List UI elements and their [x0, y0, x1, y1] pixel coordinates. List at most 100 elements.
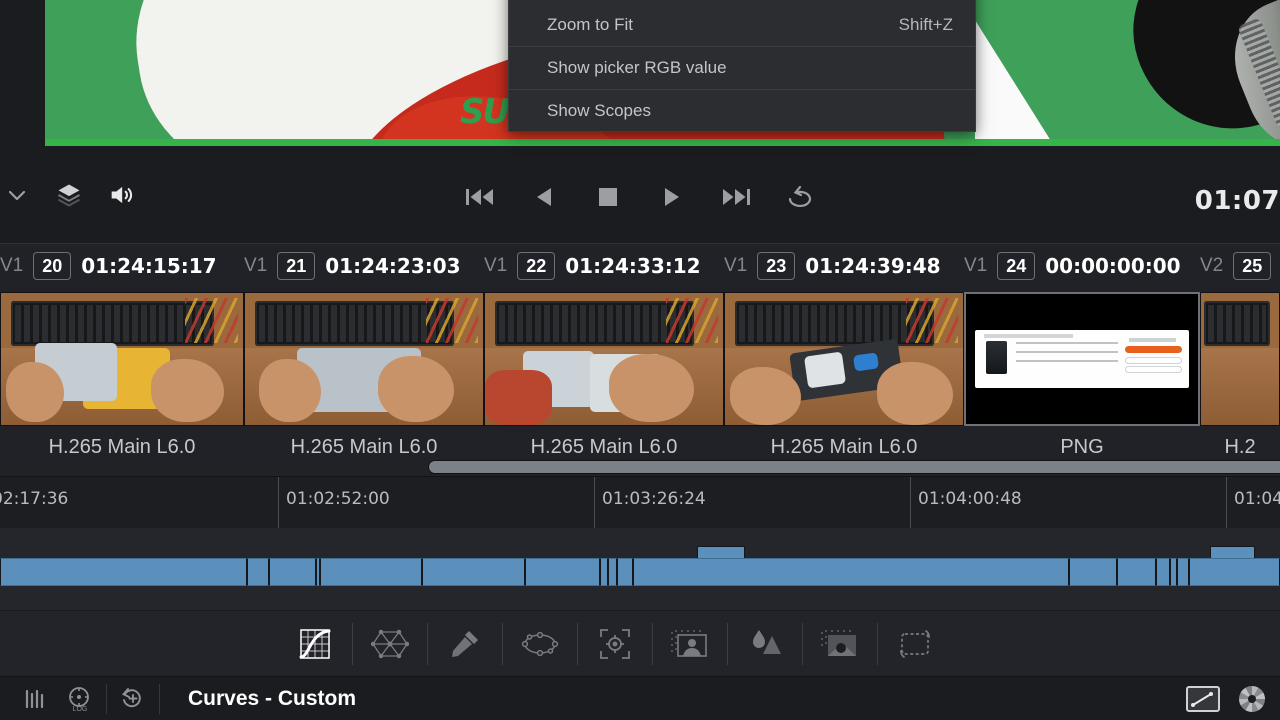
- thumbnail-scene: [1, 293, 243, 425]
- scene-wires: [905, 298, 959, 344]
- timeline-clip-segment[interactable]: [1069, 558, 1117, 586]
- skip-to-start-button[interactable]: [465, 182, 495, 212]
- clip-number-badge[interactable]: 23: [757, 252, 796, 280]
- scene-keyboard: [494, 300, 695, 346]
- clip-thumbnail-22[interactable]: [484, 292, 724, 426]
- timeline-clip-segment[interactable]: [1117, 558, 1156, 586]
- clip-track-label: V1: [484, 255, 508, 276]
- clip-thumbnail-23[interactable]: [724, 292, 964, 426]
- play-reverse-button[interactable]: [529, 182, 559, 212]
- bars-icon[interactable]: [14, 677, 58, 720]
- menu-item-shortcut: Alt+Shift+Z: [869, 0, 953, 3]
- clip-thumbnail-21[interactable]: [244, 292, 484, 426]
- mini-timeline-track[interactable]: [0, 558, 1280, 586]
- clip-number-badge[interactable]: 25: [1233, 252, 1272, 280]
- menu-item-show-scopes[interactable]: Show Scopes: [509, 95, 975, 127]
- timeline-clip-segment[interactable]: [1170, 558, 1177, 586]
- clip-thumbnail-row: [0, 292, 1280, 426]
- qualifier-hue-tool[interactable]: [353, 611, 427, 677]
- stabilizer-tool[interactable]: [878, 611, 952, 677]
- log-wheel-icon[interactable]: LOG: [58, 677, 102, 720]
- clip-codec-label: PNG: [1060, 435, 1104, 458]
- skip-to-end-button[interactable]: [721, 182, 751, 212]
- menu-item-actual-size[interactable]: Actual Size Alt+Shift+Z: [509, 0, 975, 9]
- png-product-image: [985, 340, 1008, 374]
- menu-item-shortcut: Shift+Z: [898, 15, 953, 34]
- clip-codec-label: H.265 Main L6.0: [530, 435, 678, 458]
- tracker-tool[interactable]: [578, 611, 652, 677]
- clip-track-label: V1: [964, 255, 988, 276]
- clip-number-badge[interactable]: 20: [33, 252, 72, 280]
- transport-bar: 01:07: [0, 152, 1280, 244]
- timeline-clip-segment[interactable]: [269, 558, 316, 586]
- magic-mask-tool[interactable]: [653, 611, 727, 677]
- clip-header-22[interactable]: V1 22 01:24:33:12: [484, 244, 724, 288]
- blur-tool[interactable]: [728, 611, 802, 677]
- menu-separator: [509, 89, 975, 90]
- power-window-tool[interactable]: [503, 611, 577, 677]
- clip-header-20[interactable]: V1 20 01:24:15:17: [0, 244, 244, 288]
- svg-text:LOG: LOG: [73, 706, 88, 712]
- scrollbar-thumb[interactable]: [428, 460, 1280, 474]
- clip-timecode: 01:24:23:03: [325, 254, 461, 278]
- clip-thumbnail-25[interactable]: [1200, 292, 1280, 426]
- clip-header-25[interactable]: V2 25: [1200, 244, 1280, 288]
- clip-header-21[interactable]: V1 21 01:24:23:03: [244, 244, 484, 288]
- clip-number-badge[interactable]: 21: [277, 252, 316, 280]
- scene-keyboard: [734, 300, 935, 346]
- status-right-icons: [1186, 677, 1274, 720]
- clip-timecode: 01:24:33:12: [565, 254, 701, 278]
- viewer-context-menu[interactable]: Actual Size Alt+Shift+Z Zoom to Fit Shif…: [508, 0, 976, 132]
- reset-icon[interactable]: [111, 677, 155, 720]
- ruler-timecode-label: 01:04:00:48: [918, 489, 1022, 509]
- clip-number-badge[interactable]: 22: [517, 252, 556, 280]
- transport-buttons: [0, 182, 1280, 212]
- menu-item-label: Zoom to Fit: [547, 15, 633, 34]
- clip-header-23[interactable]: V1 23 01:24:39:48: [724, 244, 964, 288]
- timeline-clip-segment[interactable]: [422, 558, 525, 586]
- timeline-clip-segment[interactable]: [633, 558, 1069, 586]
- timeline-clip-segment[interactable]: [0, 558, 247, 586]
- menu-item-label: Show Scopes: [547, 101, 651, 120]
- clip-strip-scrollbar[interactable]: [0, 458, 1280, 476]
- stop-button[interactable]: [593, 182, 623, 212]
- clip-thumbnail-24[interactable]: [964, 292, 1200, 426]
- timeline-clip-segment[interactable]: [600, 558, 608, 586]
- play-button[interactable]: [657, 182, 687, 212]
- clip-number-badge[interactable]: 24: [997, 252, 1036, 280]
- timeline-clip-segment[interactable]: [617, 558, 633, 586]
- timeline-clip-segment[interactable]: [1156, 558, 1170, 586]
- menu-item-show-picker-rgb-value[interactable]: Show picker RGB value: [509, 52, 975, 84]
- thumbnail-scene: [485, 293, 723, 425]
- clip-timecode: 01:24:39:48: [805, 254, 941, 278]
- timeline-clip-segment[interactable]: [247, 558, 269, 586]
- curve-gradient-icon[interactable]: [1186, 686, 1220, 712]
- curves-tool[interactable]: [278, 611, 352, 677]
- clip-header-24[interactable]: V1 24 00:00:00:00: [964, 244, 1200, 288]
- timeline-clip-segment[interactable]: [608, 558, 617, 586]
- thumbnail-scene: [245, 293, 483, 425]
- clip-track-label: V2: [1200, 255, 1224, 276]
- davinci-resolve-window: SU Actual Size Alt+Shift+Z Zoom to Fit S…: [0, 0, 1280, 720]
- ruler-tick: [1226, 477, 1227, 529]
- timeline-clip-segment[interactable]: [1189, 558, 1280, 586]
- timeline-ruler[interactable]: 02:17:36 01:02:52:00 01:03:26:24 01:04:00:4…: [0, 476, 1280, 529]
- timeline-clip-segment[interactable]: [320, 558, 422, 586]
- loop-button[interactable]: [785, 182, 815, 212]
- scene-keyboard: [254, 300, 455, 346]
- ruler-timecode-label: 01:03:26:24: [602, 489, 706, 509]
- current-node-title: Curves - Custom: [188, 686, 357, 710]
- key-tool[interactable]: [803, 611, 877, 677]
- preview-green-bar: [45, 139, 1280, 146]
- clip-thumbnail-20[interactable]: [0, 292, 244, 426]
- color-picker-tool[interactable]: [428, 611, 502, 677]
- current-timecode[interactable]: 01:07: [1195, 186, 1280, 216]
- timeline-clip-segment[interactable]: [525, 558, 600, 586]
- clip-codec-label: H.265 Main L6.0: [770, 435, 918, 458]
- timeline-clip-segment[interactable]: [1177, 558, 1189, 586]
- preview-logo-text: SU: [460, 92, 510, 132]
- scene-wires: [184, 298, 239, 344]
- menu-item-label: Show picker RGB value: [547, 58, 727, 77]
- menu-item-zoom-to-fit[interactable]: Zoom to Fit Shift+Z: [509, 9, 975, 41]
- color-wheel-icon[interactable]: [1230, 677, 1274, 720]
